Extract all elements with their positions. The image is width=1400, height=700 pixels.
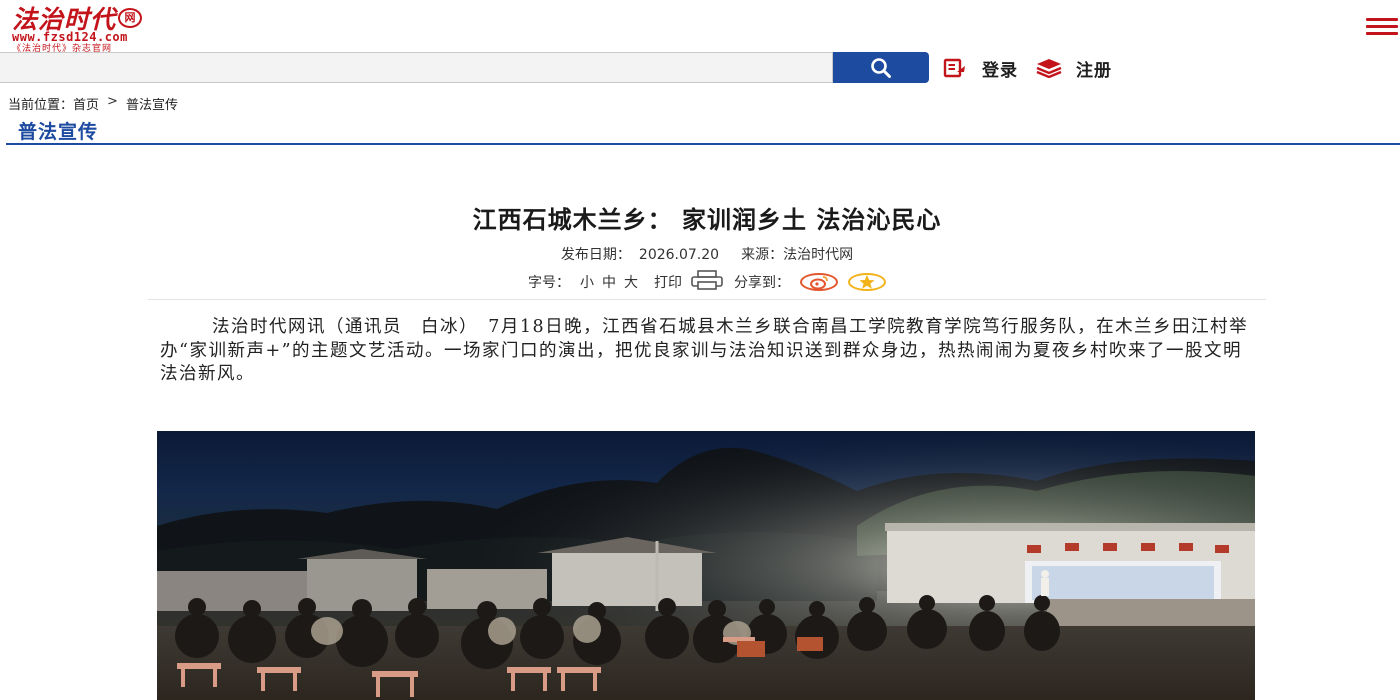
font-size-medium[interactable]: 中: [602, 272, 616, 292]
font-size-small[interactable]: 小: [580, 272, 594, 292]
logo-main: 法治时代 网: [12, 4, 143, 34]
login-icon: [942, 57, 968, 79]
breadcrumb-prefix: 当前位置：: [8, 98, 74, 113]
article-tools: 字号： 小 中 大 打印 分享到：: [150, 270, 1264, 294]
section-divider: [6, 143, 1400, 145]
publish-date: 2026.07.20: [638, 247, 720, 263]
printer-icon[interactable]: [690, 270, 724, 294]
weibo-icon[interactable]: [800, 273, 838, 291]
font-size-large[interactable]: 大: [624, 272, 638, 292]
login-link[interactable]: 登录: [942, 56, 1018, 81]
site-logo[interactable]: 法治时代 网 www.fzsd124.com 《法治时代》杂志官网: [12, 4, 228, 54]
date-label: 发布日期：: [560, 247, 631, 263]
search-icon: [871, 57, 891, 78]
section-title: 普法宣传: [18, 121, 99, 143]
breadcrumb: 当前位置： 首页 > 普法宣传: [8, 94, 178, 113]
article-paragraph: 法治时代网讯（通讯员 白冰） 7月18日晚，江西省石城县木兰乡联合南昌工学院教育…: [160, 317, 1249, 384]
search-button[interactable]: [833, 52, 929, 83]
top-header: 法治时代 网 www.fzsd124.com 《法治时代》杂志官网: [0, 0, 1400, 54]
auth-links: 登录 注册: [942, 55, 1130, 81]
hamburger-menu-icon[interactable]: [1366, 18, 1398, 38]
article-title: 江西石城木兰乡： 家训润乡土 法治沁民心: [472, 206, 942, 234]
print-link[interactable]: 打印: [654, 272, 682, 292]
qzone-icon[interactable]: [848, 273, 886, 291]
login-label: 登录: [982, 60, 1018, 81]
source-label: 来源：: [741, 247, 784, 263]
font-size-label: 字号：: [528, 275, 570, 291]
register-link[interactable]: 注册: [1036, 56, 1112, 81]
article-divider: [148, 299, 1266, 300]
breadcrumb-home-link[interactable]: 首页: [73, 94, 99, 113]
source-value: 法治时代网: [783, 247, 854, 263]
article-meta: 发布日期： 2026.07.20 来源：法治时代网: [150, 244, 1264, 264]
breadcrumb-separator: >: [107, 94, 118, 109]
article-photo: [157, 431, 1255, 700]
share-label: 分享到：: [734, 275, 790, 291]
register-icon: [1036, 57, 1062, 79]
search-bar: 登录 注册: [0, 52, 1400, 84]
register-label: 注册: [1076, 60, 1112, 81]
logo-badge: 网: [118, 8, 143, 28]
search-input[interactable]: [0, 52, 833, 83]
breadcrumb-current-link[interactable]: 普法宣传: [126, 94, 178, 113]
